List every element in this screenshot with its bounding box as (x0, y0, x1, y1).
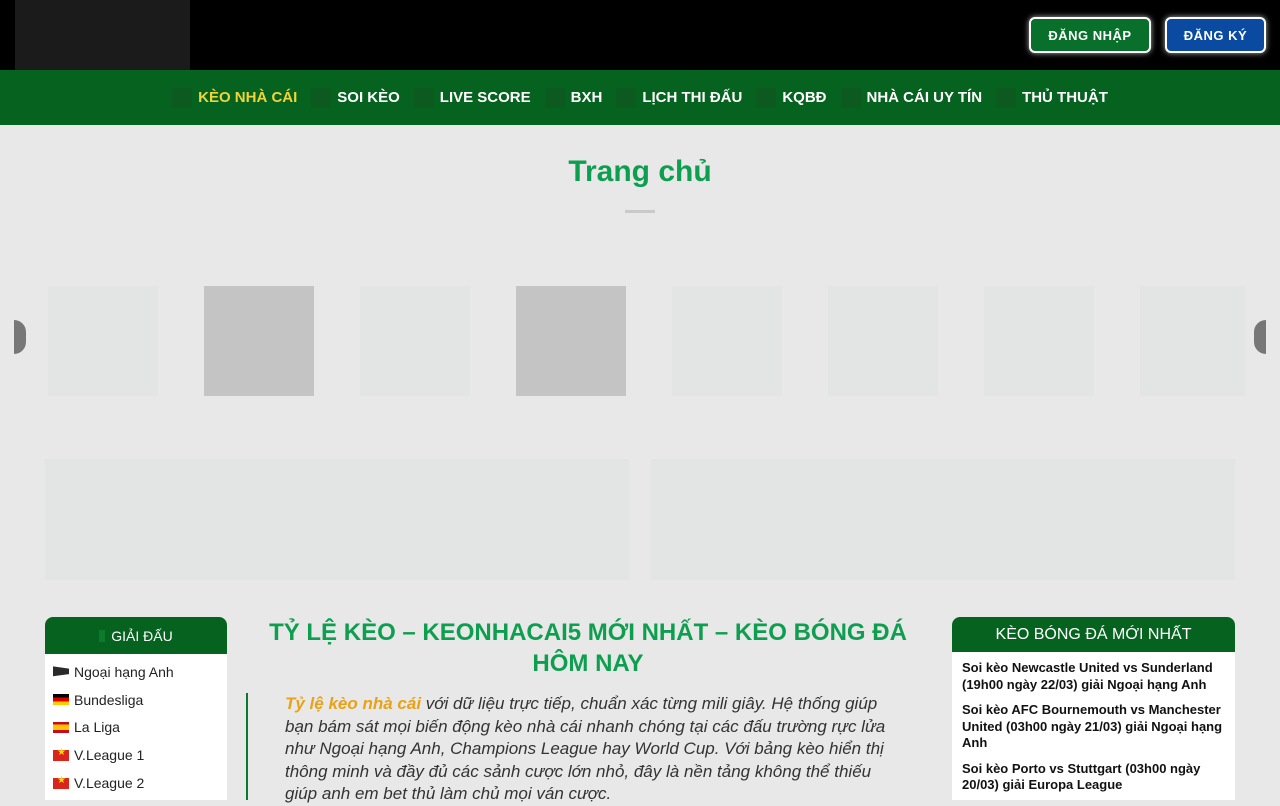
league-item-vleague-2[interactable]: V.League 2 (53, 769, 219, 797)
trophy-icon (99, 629, 106, 642)
slider-prev-arrow-icon[interactable] (14, 320, 26, 354)
slider-item[interactable] (828, 286, 938, 396)
league-item-bundesliga[interactable]: Bundesliga (53, 686, 219, 714)
nav-item-kqbd[interactable]: KQBĐ (756, 87, 827, 108)
league-label: La Liga (74, 719, 120, 736)
nav-icon (756, 87, 777, 108)
nav-label: SOI KÈO (337, 89, 400, 106)
nav-item-thu-thuat[interactable]: THỦ THUẬT (996, 87, 1108, 108)
nav-icon (413, 87, 434, 108)
nav-label: NHÀ CÁI UY TÍN (866, 89, 983, 106)
germany-flag-icon (53, 694, 69, 706)
league-label: V.League 2 (74, 775, 145, 792)
england-flag-icon (53, 666, 69, 677)
nav-item-nha-cai-uy-tin[interactable]: NHÀ CÁI UY TÍN (840, 87, 983, 108)
news-item[interactable]: Soi kèo Newcastle United vs Sunderland (… (962, 660, 1225, 693)
nav-item-keo-nha-cai[interactable]: KÈO NHÀ CÁI (172, 87, 298, 108)
nav-item-soi-keo[interactable]: SOI KÈO (311, 87, 400, 108)
league-sidebar: GIẢI ĐẤU Ngoại hạng Anh Bundesliga La Li… (45, 617, 227, 800)
vietnam-flag-icon (53, 775, 69, 789)
intro-highlight-link[interactable]: Tỷ lệ kèo nhà cái (285, 694, 421, 713)
main-heading: TỶ LỆ KÈO – KEONHACAI5 MỚI NHẤT – KÈO BÓ… (269, 619, 907, 677)
page-title: Trang chủ (568, 155, 712, 188)
nav-label: KQBĐ (782, 89, 827, 106)
nav-icon (172, 87, 193, 108)
league-item-vleague-1[interactable]: V.League 1 (53, 741, 219, 769)
nav-label: LỊCH THI ĐẤU (642, 89, 743, 106)
title-divider (625, 210, 655, 213)
intro-paragraph: Tỷ lệ kèo nhà cái với dữ liệu trực tiếp,… (285, 693, 905, 806)
nav-item-live-score[interactable]: LIVE SCORE (413, 87, 531, 108)
league-label: V.League 1 (74, 747, 145, 764)
nav-icon (996, 87, 1017, 108)
nav-item-bxh[interactable]: BXH (544, 87, 603, 108)
banner-left[interactable] (45, 459, 629, 580)
slider-item[interactable] (984, 286, 1094, 396)
nav-item-lich-thi-dau[interactable]: LỊCH THI ĐẤU (616, 87, 743, 108)
slider-item[interactable] (48, 286, 158, 396)
nav-icon (311, 87, 332, 108)
league-label: Bundesliga (74, 691, 144, 708)
nav-label: LIVE SCORE (439, 89, 531, 106)
top-header: ĐĂNG NHẬP ĐĂNG KÝ (0, 0, 1280, 70)
slider-item[interactable] (204, 286, 314, 396)
register-button[interactable]: ĐĂNG KÝ (1165, 17, 1266, 53)
site-logo[interactable] (15, 0, 190, 70)
nav-icon (616, 87, 637, 108)
news-item[interactable]: Soi kèo Porto vs Stuttgart (03h00 ngày 2… (962, 761, 1225, 794)
latest-odds-sidebar: KÈO BÓNG ĐÁ MỚI NHẤT Soi kèo Newcastle U… (952, 617, 1235, 800)
latest-odds-header: KÈO BÓNG ĐÁ MỚI NHẤT (952, 617, 1235, 652)
news-item[interactable]: Soi kèo AFC Bournemouth vs Manchester Un… (962, 702, 1225, 752)
banner-right[interactable] (651, 459, 1235, 580)
league-item-ngoai-hang-anh[interactable]: Ngoại hạng Anh (53, 658, 219, 686)
slider-item[interactable] (1140, 286, 1245, 396)
nav-label: KÈO NHÀ CÁI (198, 89, 298, 106)
slider-item[interactable] (672, 286, 782, 396)
login-button[interactable]: ĐĂNG NHẬP (1029, 17, 1151, 53)
nav-icon (544, 87, 565, 108)
league-item-la-liga[interactable]: La Liga (53, 714, 219, 742)
slider-item[interactable] (360, 286, 470, 396)
league-sidebar-title: GIẢI ĐẤU (111, 627, 173, 644)
nav-icon (840, 87, 861, 108)
spain-flag-icon (53, 721, 69, 733)
quote-bar (246, 693, 248, 800)
slider-next-arrow-icon[interactable] (1254, 320, 1266, 354)
slider-item[interactable] (516, 286, 626, 396)
vietnam-flag-icon (53, 747, 69, 761)
league-sidebar-header: GIẢI ĐẤU (45, 617, 227, 654)
nav-label: THỦ THUẬT (1022, 89, 1108, 106)
main-nav: KÈO NHÀ CÁI SOI KÈO LIVE SCORE BXH LỊCH … (0, 70, 1280, 125)
nav-label: BXH (570, 89, 603, 106)
league-label: Ngoại hạng Anh (74, 663, 174, 680)
